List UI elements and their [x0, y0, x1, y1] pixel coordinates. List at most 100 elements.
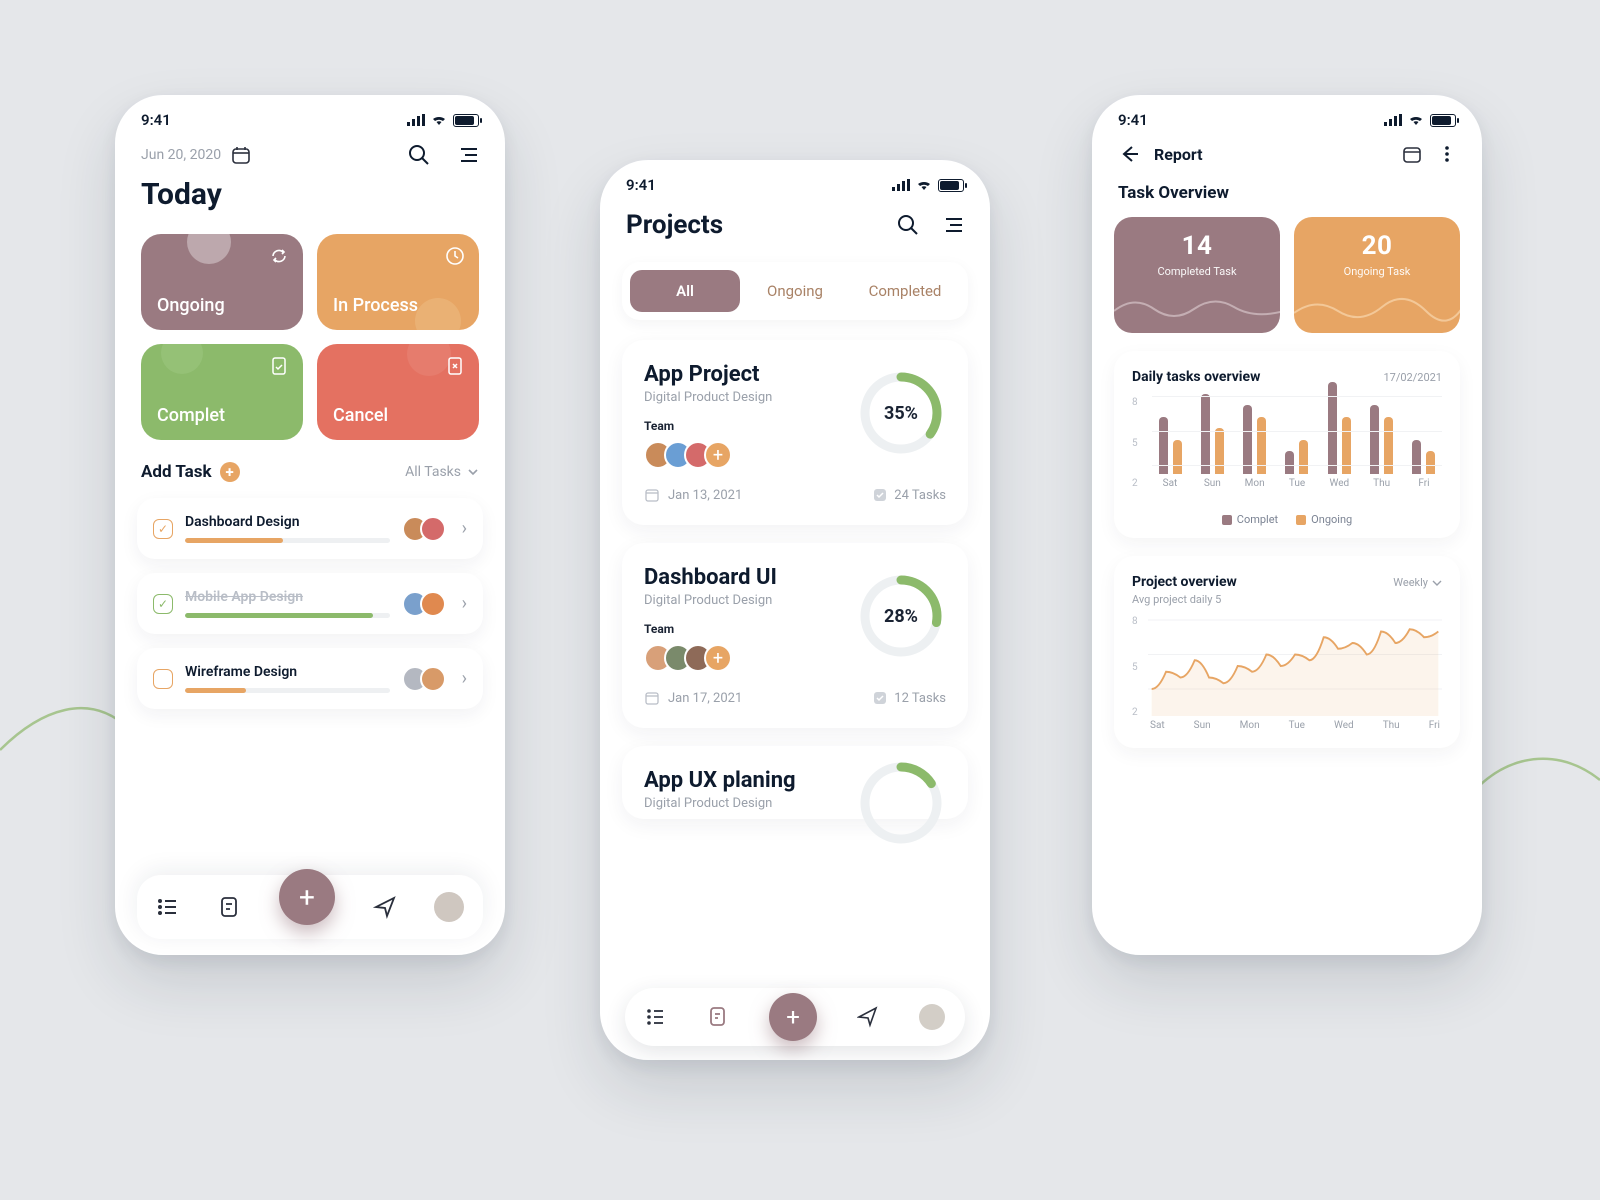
- progress-ring: 28%: [856, 571, 946, 661]
- check-icon: [872, 487, 888, 503]
- status-time: 9:41: [626, 176, 656, 194]
- card-cancel[interactable]: Cancel: [317, 344, 479, 440]
- panel-subtitle: Avg project daily 5: [1132, 593, 1237, 606]
- wifi-icon: [1408, 114, 1424, 126]
- wave-decoration: [1294, 291, 1460, 327]
- panel-title: Daily tasks overview: [1132, 369, 1260, 385]
- project-tabs: All Ongoing Completed: [622, 262, 968, 320]
- panel-title: Project overview: [1132, 574, 1237, 590]
- tab-completed[interactable]: Completed: [850, 270, 960, 312]
- card-label: In Process: [333, 295, 418, 316]
- chevron-down-icon: [467, 466, 479, 478]
- daily-bar-chart: 852 SatSunMonTueWedThuFri: [1132, 397, 1442, 507]
- card-label: Ongoing: [157, 295, 225, 316]
- tab-list-icon[interactable]: [156, 895, 180, 919]
- assignee-avatars: [402, 666, 446, 692]
- chevron-right-icon: ›: [462, 668, 467, 689]
- project-card[interactable]: App Project Digital Product Design Team …: [622, 340, 968, 525]
- checkbox-icon[interactable]: [153, 669, 173, 689]
- progress-ring: 35%: [856, 368, 946, 458]
- more-vertical-icon[interactable]: [1438, 144, 1456, 164]
- project-card[interactable]: App UX planing Digital Product Design: [622, 746, 968, 819]
- chart-legend: Complet Ongoing: [1132, 513, 1442, 526]
- search-icon[interactable]: [896, 213, 920, 237]
- checkbox-icon[interactable]: ✓: [153, 594, 173, 614]
- filter-label: All Tasks: [405, 464, 461, 480]
- calendar-icon[interactable]: [231, 145, 251, 165]
- screen-report: 9:41 Report Task Overview 14 Completed T…: [1092, 95, 1482, 955]
- card-inprocess[interactable]: In Process: [317, 234, 479, 330]
- tab-send-icon[interactable]: [373, 895, 397, 919]
- chevron-right-icon: ›: [462, 593, 467, 614]
- stat-card-ongoing[interactable]: 20 Ongoing Task: [1294, 217, 1460, 333]
- wave-decoration: [1114, 291, 1280, 327]
- legend-label: Ongoing: [1311, 513, 1352, 526]
- assignee-avatars: [402, 516, 446, 542]
- date-text: Jun 20, 2020: [141, 147, 221, 163]
- tab-profile-avatar[interactable]: [919, 1004, 945, 1030]
- card-complete[interactable]: Complet: [141, 344, 303, 440]
- search-icon[interactable]: [407, 143, 431, 167]
- filter-dropdown[interactable]: Weekly: [1393, 576, 1442, 589]
- project-task-count: 24 Tasks: [872, 487, 946, 503]
- page-title: Report: [1154, 145, 1203, 164]
- back-arrow-icon[interactable]: [1118, 143, 1140, 165]
- menu-icon[interactable]: [940, 213, 964, 237]
- status-bar: 9:41: [600, 160, 990, 200]
- tab-all[interactable]: All: [630, 270, 740, 312]
- battery-icon: [938, 179, 964, 192]
- stat-value: 14: [1114, 231, 1280, 261]
- menu-icon[interactable]: [455, 143, 479, 167]
- tab-ongoing[interactable]: Ongoing: [740, 270, 850, 312]
- task-title: Mobile App Design: [185, 589, 390, 605]
- assignee-avatars: [402, 591, 446, 617]
- card-label: Complet: [157, 405, 225, 426]
- screen-projects: 9:41 Projects All Ongoing Completed App …: [600, 160, 990, 1060]
- fab-add-button[interactable]: +: [279, 869, 335, 925]
- daily-tasks-panel: Daily tasks overview 17/02/2021 852 SatS…: [1114, 351, 1460, 538]
- task-title: Wireframe Design: [185, 664, 390, 680]
- task-row[interactable]: Wireframe Design ›: [137, 648, 483, 709]
- bottom-tabbar: +: [625, 988, 965, 1046]
- add-task-label: Add Task: [141, 462, 212, 482]
- task-row[interactable]: ✓ Mobile App Design ›: [137, 573, 483, 634]
- clock-icon: [445, 246, 465, 266]
- plus-icon: +: [220, 462, 240, 482]
- add-member-button[interactable]: +: [704, 441, 732, 469]
- panel-date: 17/02/2021: [1383, 371, 1442, 384]
- stat-label: Completed Task: [1114, 265, 1280, 278]
- tab-send-icon[interactable]: [857, 1006, 879, 1028]
- check-icon: [872, 690, 888, 706]
- cancel-file-icon: [445, 356, 465, 376]
- battery-icon: [1430, 114, 1456, 127]
- project-card[interactable]: Dashboard UI Digital Product Design Team…: [622, 543, 968, 728]
- calendar-icon[interactable]: [1402, 144, 1422, 164]
- checkbox-icon[interactable]: ✓: [153, 519, 173, 539]
- add-task-button[interactable]: Add Task +: [141, 462, 240, 482]
- status-bar: 9:41: [1092, 95, 1482, 135]
- tab-list-icon[interactable]: [645, 1006, 667, 1028]
- progress-ring: [856, 758, 946, 848]
- project-date: Jan 17, 2021: [644, 690, 742, 706]
- status-bar: 9:41: [115, 95, 505, 135]
- tab-profile-avatar[interactable]: [434, 892, 464, 922]
- chevron-down-icon: [1432, 578, 1442, 588]
- task-title: Dashboard Design: [185, 514, 390, 530]
- add-member-button[interactable]: +: [704, 644, 732, 672]
- refresh-icon: [269, 246, 289, 266]
- page-title: Today: [141, 177, 479, 212]
- wifi-icon: [431, 114, 447, 126]
- calendar-icon: [644, 690, 660, 706]
- page-title: Projects: [626, 210, 723, 240]
- tab-notes-icon[interactable]: [707, 1006, 729, 1028]
- card-ongoing[interactable]: Ongoing: [141, 234, 303, 330]
- check-file-icon: [269, 356, 289, 376]
- project-task-count: 12 Tasks: [872, 690, 946, 706]
- stat-card-completed[interactable]: 14 Completed Task: [1114, 217, 1280, 333]
- tab-notes-icon[interactable]: [217, 895, 241, 919]
- signal-icon: [892, 179, 910, 191]
- filter-all-tasks[interactable]: All Tasks: [405, 464, 479, 480]
- fab-add-button[interactable]: +: [769, 993, 817, 1041]
- task-row[interactable]: ✓ Dashboard Design ›: [137, 498, 483, 559]
- stat-value: 20: [1294, 231, 1460, 261]
